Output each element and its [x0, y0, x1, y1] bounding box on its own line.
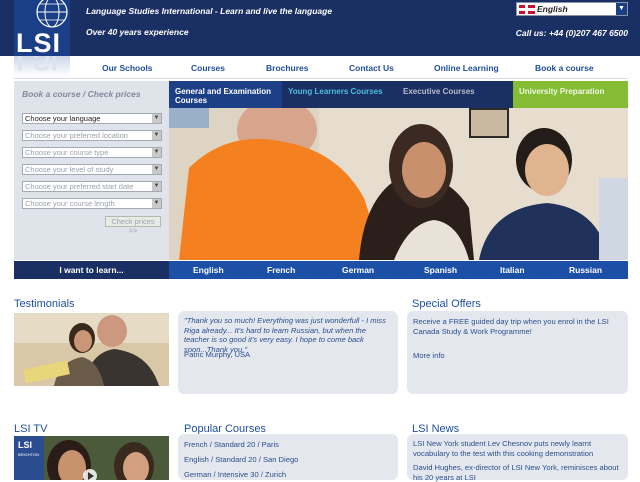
- chevron-down-icon: ▼: [616, 3, 627, 15]
- phone-number: Call us: +44 (0)207 467 6500: [515, 28, 628, 38]
- nav-our-schools[interactable]: Our Schools: [102, 63, 153, 73]
- site-tagline: Language Studies International - Learn a…: [86, 6, 333, 16]
- dropdown-arrow-icon: ▼: [152, 182, 161, 191]
- tab-general-examination[interactable]: General and Examination Courses: [169, 81, 282, 108]
- tab-university-preparation[interactable]: University Preparation: [513, 81, 628, 108]
- popular-course-link[interactable]: French / Standard 20 / Paris: [184, 440, 279, 449]
- course-type-select[interactable]: Choose your course type ▼: [22, 147, 162, 158]
- nav-online-learning[interactable]: Online Learning: [434, 63, 499, 73]
- testimonial-author: Patric Murphy, USA: [184, 350, 251, 359]
- lang-link-german[interactable]: German: [342, 261, 374, 279]
- language-select[interactable]: Choose your language ▼: [22, 113, 162, 124]
- site-language-select[interactable]: English ▼: [516, 2, 628, 16]
- popular-course-link[interactable]: English / Standard 20 / San Diego: [184, 455, 298, 464]
- testimonials-heading: Testimonials: [14, 298, 75, 310]
- nav-divider: [14, 78, 628, 79]
- start-date-select[interactable]: Choose your preferred start date ▼: [22, 181, 162, 192]
- search-title: Book a course / Check prices: [22, 89, 141, 99]
- logo-reflection: LSI: [14, 56, 70, 76]
- lang-link-spanish[interactable]: Spanish: [424, 261, 457, 279]
- news-item[interactable]: LSI New York student Lev Chesnov puts ne…: [413, 439, 625, 458]
- language-bar: English French German Spanish Italian Ru…: [169, 261, 628, 279]
- dropdown-arrow-icon: ▼: [152, 148, 161, 157]
- popular-course-link[interactable]: German / Intensive 30 / Zurich: [184, 470, 286, 479]
- site-language-value: English: [537, 4, 568, 14]
- tab-executive[interactable]: Executive Courses: [397, 81, 513, 108]
- uk-flag-icon: [519, 5, 535, 14]
- dropdown-arrow-icon: ▼: [152, 131, 161, 140]
- check-prices-button[interactable]: Check prices >>: [105, 216, 161, 235]
- special-offers-heading: Special Offers: [412, 298, 481, 310]
- testimonial-quote: "Thank you so much! Everything was just …: [184, 316, 386, 354]
- nav-contact-us[interactable]: Contact Us: [349, 63, 394, 73]
- lang-link-english[interactable]: English: [193, 261, 224, 279]
- lsi-tv-heading: LSI TV: [14, 423, 48, 435]
- dropdown-arrow-icon: ▼: [152, 199, 161, 208]
- nav-book-a-course[interactable]: Book a course: [535, 63, 594, 73]
- tab-young-learners[interactable]: Young Learners Courses: [282, 81, 397, 108]
- i-want-to-learn-label: I want to learn...: [14, 261, 169, 279]
- dropdown-arrow-icon: ▼: [152, 114, 161, 123]
- lsi-tv-video[interactable]: LSI BRIGHTON: [14, 436, 169, 480]
- lang-link-french[interactable]: French: [267, 261, 295, 279]
- hero-photo: [169, 108, 628, 260]
- more-info-link[interactable]: More info: [413, 351, 445, 360]
- experience-text: Over 40 years experience: [86, 27, 189, 37]
- dropdown-arrow-icon: ▼: [152, 165, 161, 174]
- lang-link-italian[interactable]: Italian: [500, 261, 525, 279]
- news-item[interactable]: David Hughes, ex-director of LSI New Yor…: [413, 463, 625, 482]
- nav-brochures[interactable]: Brochures: [266, 63, 309, 73]
- course-length-select[interactable]: Choose your course length ▼: [22, 198, 162, 209]
- special-offer-text[interactable]: Receive a FREE guided day trip when you …: [413, 317, 623, 337]
- tv-badge: LSI: [18, 440, 33, 450]
- testimonial-photo: [14, 313, 169, 386]
- tv-badge-sub: BRIGHTON: [18, 452, 40, 457]
- logo-text: LSI: [16, 28, 62, 58]
- location-select[interactable]: Choose your preferred location ▼: [22, 130, 162, 141]
- lang-link-russian[interactable]: Russian: [569, 261, 602, 279]
- nav-courses[interactable]: Courses: [191, 63, 225, 73]
- level-select[interactable]: Choose your level of study ▼: [22, 164, 162, 175]
